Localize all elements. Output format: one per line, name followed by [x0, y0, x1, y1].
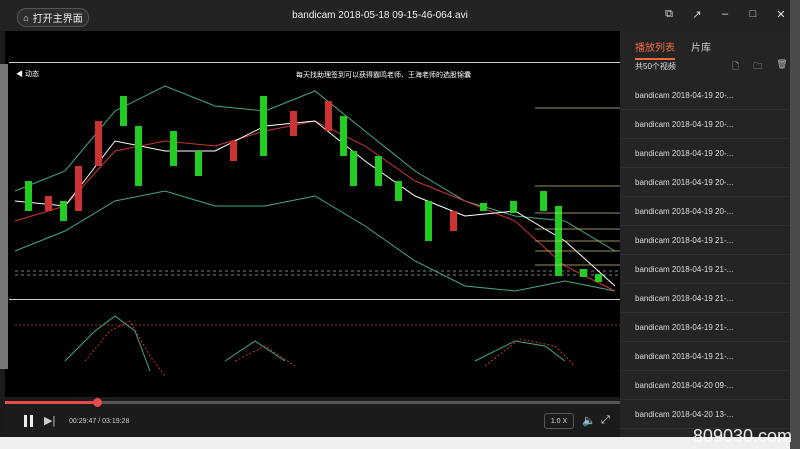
sound-indicator: ◀ 动态	[16, 71, 39, 78]
playlist-item[interactable]: bandicam 2018-04-19 21-...	[620, 342, 790, 371]
playlist-item[interactable]: bandicam 2018-04-19 20-...	[620, 110, 790, 139]
minimize-icon[interactable]: –	[718, 8, 732, 21]
current-time: 00:29:47	[69, 418, 97, 425]
chart-frame	[9, 62, 620, 300]
screenshot-icon[interactable]: ⧉	[662, 8, 676, 21]
playlist-items: bandicam 2018-04-19 20-... bandicam 2018-…	[620, 81, 790, 429]
playlist-item[interactable]: bandicam 2018-04-20 09-...	[620, 371, 790, 400]
video-caption: 每天找助理签到可以获得霸鸣老师、王海老师的选股锦囊	[296, 72, 471, 79]
maximize-icon[interactable]: □	[746, 8, 760, 21]
home-button-label: 打开主界面	[32, 14, 83, 25]
playlist-item[interactable]: bandicam 2018-04-19 21-...	[620, 313, 790, 342]
home-icon: ⌂	[23, 12, 29, 23]
playlist-item[interactable]: bandicam 2018-04-19 20-...	[620, 139, 790, 168]
total-time: 03:19:28	[102, 418, 130, 425]
tab-library[interactable]: 片库	[691, 39, 711, 60]
next-icon[interactable]: ▶|	[44, 414, 55, 427]
playlist-item[interactable]: bandicam 2018-04-19 21-...	[620, 226, 790, 255]
watermark: 809030.com	[692, 426, 792, 446]
playlist-item[interactable]: bandicam 2018-04-19 20-...	[620, 197, 790, 226]
progress-fill	[5, 401, 98, 404]
volume-icon[interactable]: 🔈	[582, 414, 596, 427]
playlist-item[interactable]: bandicam 2018-04-19 21-...	[620, 284, 790, 313]
playlist-panel: 播放列表 片库 共50个视频 🗋 🗀 🗑 bandicam 2018-04-19…	[620, 31, 790, 437]
open-main-window-button[interactable]: ⌂ 打开主界面	[17, 8, 89, 27]
playlist-item[interactable]: bandicam 2018-04-19 20-...	[620, 168, 790, 197]
video-left-edge	[0, 64, 8, 369]
video-count: 共50个视频	[635, 62, 676, 71]
window-title: bandicam 2018-05-18 09-15-46-064.avi	[292, 10, 468, 21]
title-bar: ⌂ 打开主界面 bandicam 2018-05-18 09-15-46-064…	[0, 0, 800, 31]
time-display: 00:29:47 / 03:19:28	[69, 418, 130, 425]
fullscreen-icon[interactable]: ⤢	[601, 414, 610, 427]
playlist-item[interactable]: bandicam 2018-04-19 21-...	[620, 255, 790, 284]
playlist-item[interactable]: bandicam 2018-04-19 20-...	[620, 81, 790, 110]
background-strip	[0, 437, 790, 449]
playlist-item[interactable]: bandicam 2018-04-20 13-...	[620, 400, 790, 429]
speed-button[interactable]: 1.0 X	[544, 413, 574, 429]
progress-bar[interactable]	[5, 398, 620, 407]
close-icon[interactable]: ✕	[774, 8, 788, 21]
add-file-icon[interactable]: 🗋	[732, 59, 739, 75]
add-folder-icon[interactable]: 🗀	[753, 59, 762, 75]
background-window-edge	[790, 0, 800, 449]
pin-icon[interactable]: ↗	[690, 8, 704, 21]
pause-button[interactable]	[22, 414, 36, 428]
tab-playlist[interactable]: 播放列表	[635, 39, 675, 60]
delete-icon[interactable]: 🗑	[776, 59, 787, 75]
